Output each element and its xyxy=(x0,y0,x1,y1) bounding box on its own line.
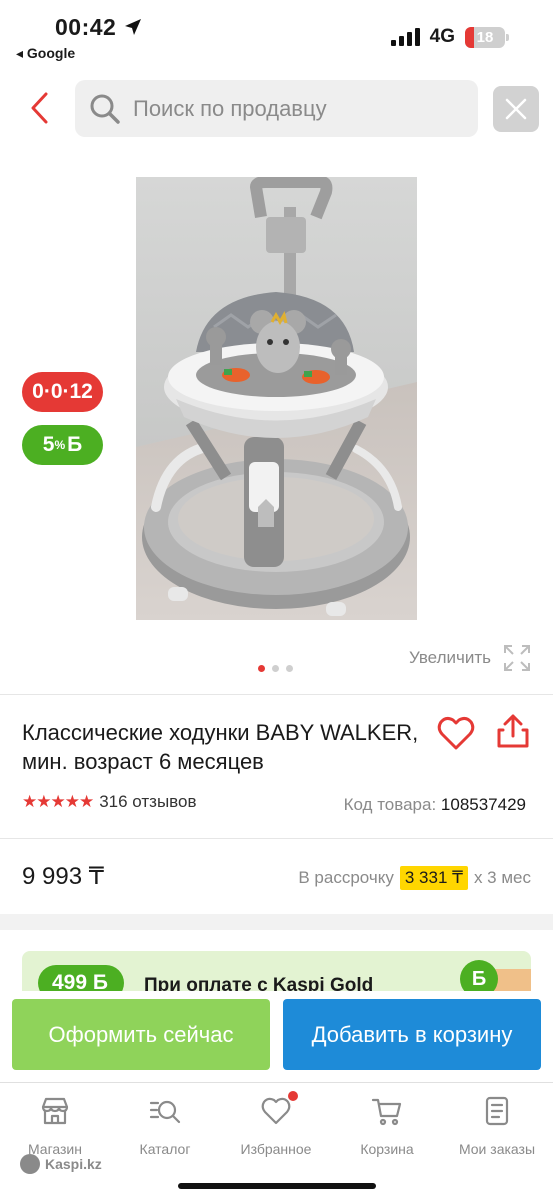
bonus-badge: 5% Б xyxy=(22,425,103,465)
location-arrow-icon xyxy=(125,19,142,35)
bonus-coin-icon: Б xyxy=(460,960,498,991)
heart-icon xyxy=(261,1097,291,1125)
product-image[interactable] xyxy=(136,177,417,620)
expand-icon xyxy=(504,645,530,671)
favorite-button[interactable] xyxy=(436,714,476,754)
product-price: 9 993 ₸ xyxy=(22,863,104,890)
search-field[interactable] xyxy=(75,80,478,137)
zoom-label: Увеличить xyxy=(409,648,491,667)
kaspi-gold-promo[interactable]: 499 Б При оплате с Kaspi Gold Б xyxy=(22,951,531,991)
catalog-search-icon xyxy=(149,1100,181,1124)
close-search-button[interactable] xyxy=(493,86,539,132)
divider xyxy=(0,838,553,839)
product-code: Код товара: 108537429 xyxy=(343,795,526,814)
notification-dot xyxy=(288,1091,298,1101)
cart-icon xyxy=(371,1098,402,1126)
rating-stars: ★★★★★ xyxy=(22,792,94,811)
home-indicator[interactable] xyxy=(178,1183,376,1189)
back-button[interactable] xyxy=(26,88,56,128)
pagination-dot[interactable] xyxy=(286,665,293,672)
search-icon xyxy=(90,94,120,124)
share-icon xyxy=(497,714,529,748)
network-type: 4G xyxy=(429,26,455,47)
product-title: Классические ходунки BABY WALKER, мин. в… xyxy=(22,720,419,774)
search-input[interactable] xyxy=(133,95,453,122)
nav-label: Каталог xyxy=(139,1141,191,1157)
share-button[interactable] xyxy=(495,712,531,752)
status-time: 00:42 xyxy=(55,14,143,41)
signal-icon xyxy=(390,28,420,46)
zoom-button[interactable]: Увеличить xyxy=(409,644,531,672)
nav-label: Мои заказы xyxy=(458,1141,536,1157)
kaspi-logo: Kaspi.kz xyxy=(20,1154,102,1174)
reviews-link[interactable]: 316 отзывов xyxy=(99,792,196,812)
nav-item-shop[interactable]: Магазин xyxy=(0,1095,110,1157)
shop-icon xyxy=(41,1097,69,1125)
nav-label: Корзина xyxy=(360,1141,414,1157)
orders-icon xyxy=(485,1096,509,1126)
image-pagination xyxy=(258,665,293,672)
installment-badge: 0·0·12 xyxy=(22,372,103,412)
kaspi-logo-icon xyxy=(20,1154,40,1174)
installment-info[interactable]: В рассрочку 3 331 ₸ x 3 мес xyxy=(298,866,531,890)
add-to-cart-button[interactable]: Добавить в корзину xyxy=(283,999,541,1070)
chevron-left-icon xyxy=(31,92,48,124)
nav-item-cart[interactable]: Корзина xyxy=(332,1095,442,1157)
close-icon xyxy=(505,98,527,120)
bonus-currency-icon: Б xyxy=(67,433,83,456)
section-separator xyxy=(0,914,553,930)
back-to-app-link[interactable]: ◂ Google xyxy=(16,45,75,62)
heart-icon xyxy=(437,716,475,750)
pagination-dot[interactable] xyxy=(272,665,279,672)
promo-text: При оплате с Kaspi Gold xyxy=(144,975,374,991)
promo-bonus-badge: 499 Б xyxy=(38,965,124,991)
rating-row[interactable]: ★★★★★ 316 отзывов xyxy=(22,792,197,812)
installment-amount: 3 331 ₸ xyxy=(399,866,468,890)
nav-item-orders[interactable]: Мои заказы xyxy=(442,1095,552,1157)
nav-item-catalog[interactable]: Каталог xyxy=(110,1095,220,1157)
checkout-now-button[interactable]: Оформить сейчас xyxy=(12,999,270,1070)
status-bar: 00:42 ◂ Google 4G 18 xyxy=(0,0,553,70)
battery-icon: 18 xyxy=(465,26,509,48)
nav-item-favorites[interactable]: Избранное xyxy=(221,1091,331,1157)
divider xyxy=(0,694,553,695)
nav-label: Избранное xyxy=(240,1141,312,1157)
pagination-dot[interactable] xyxy=(258,665,265,672)
